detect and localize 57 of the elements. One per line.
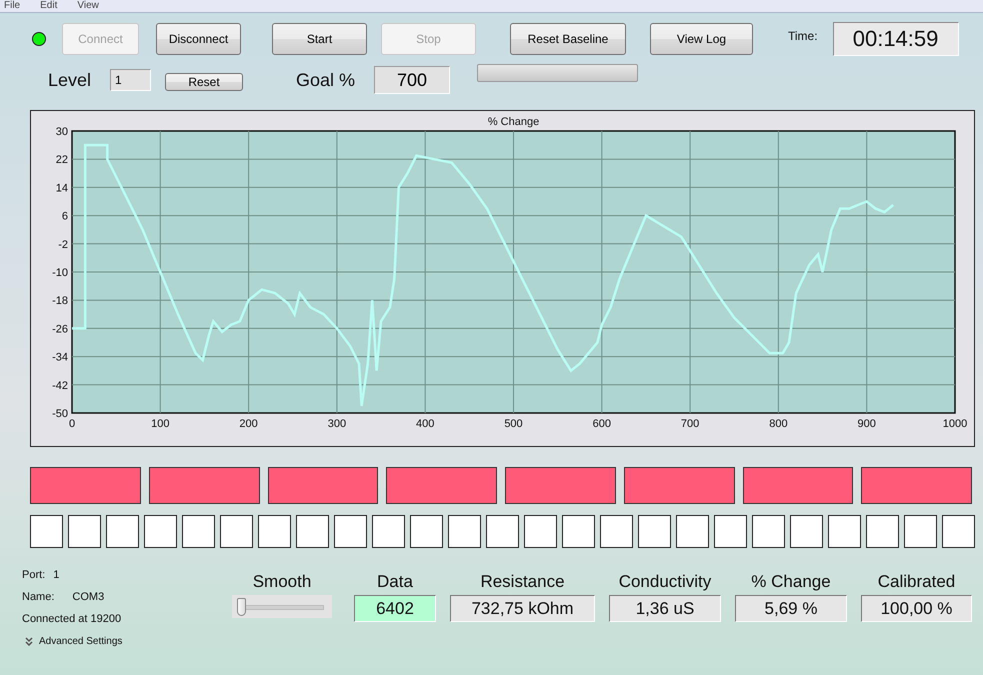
readout-value: 6402 [354,595,436,622]
x-tick-label: 300 [328,418,346,430]
x-tick-label: 800 [769,418,788,430]
readout-value: 100,00 % [861,595,972,622]
x-tick-label: 100 [151,418,170,430]
x-tick-label: 1000 [942,418,968,430]
y-tick-label: -34 [52,352,68,364]
readout-value: 732,75 kOhm [450,595,595,622]
x-tick-label: 700 [680,418,700,430]
time-display: 00:14:59 [832,22,959,56]
action-button[interactable]: Start [272,23,367,55]
x-tick-label: 600 [592,418,611,430]
readout-value: 1,36 uS [609,595,721,622]
y-tick-label: 14 [56,182,68,194]
x-tick-label: 500 [504,418,523,430]
smooth-label: Smooth [252,572,312,593]
readout-label: % Change [751,572,831,593]
readout-label: Data [377,572,413,593]
readout-value: 5,69 % [735,595,847,622]
x-tick-label: 0 [68,418,76,430]
port-name-value: COM3 [72,591,104,603]
time-label: Time: [788,29,818,43]
y-tick-label: 6 [62,210,68,223]
y-tick-label: 22 [56,154,68,166]
menu-item[interactable]: Edit [40,0,58,12]
readout-label: Conductivity [618,572,712,593]
reset-button[interactable]: Reset [165,73,244,91]
double-chevron-icon[interactable] [25,636,33,646]
port-label: Port: [22,569,46,581]
y-tick-label: -2 [58,238,68,251]
level-field[interactable]: 1 [110,69,152,91]
y-tick-label: -18 [52,295,68,308]
readout-label: Calibrated [878,572,956,593]
y-tick-label: -26 [52,323,68,336]
menu-item[interactable]: File [4,0,20,12]
goal-label: Goal % [296,70,356,90]
readout-label: Resistance [480,572,565,593]
y-tick-label: 30 [56,126,68,138]
y-tick-label: -50 [52,408,68,420]
x-tick-label: 400 [416,418,434,430]
y-tick-label: -42 [52,380,68,392]
name-label: Name: [22,591,54,603]
advanced-settings-link[interactable]: Advanced Settings [39,636,122,646]
connection-status: Connected at 19200 [22,613,122,625]
action-button[interactable]: Reset Baseline [510,23,626,55]
level-label: Level [48,70,92,90]
slider-thumb[interactable] [237,598,246,616]
smooth-slider[interactable] [232,595,332,618]
goal-field[interactable]: 700 [374,66,450,94]
y-tick-label: -10 [52,267,68,279]
x-tick-label: 200 [239,418,258,430]
action-button[interactable]: View Log [650,23,753,55]
chart-title: % Change [488,116,540,128]
action-button[interactable]: Disconnect [156,23,241,55]
x-tick-label: 900 [858,418,876,430]
port-value: 1 [53,569,60,581]
menu-item[interactable]: View [77,0,99,12]
